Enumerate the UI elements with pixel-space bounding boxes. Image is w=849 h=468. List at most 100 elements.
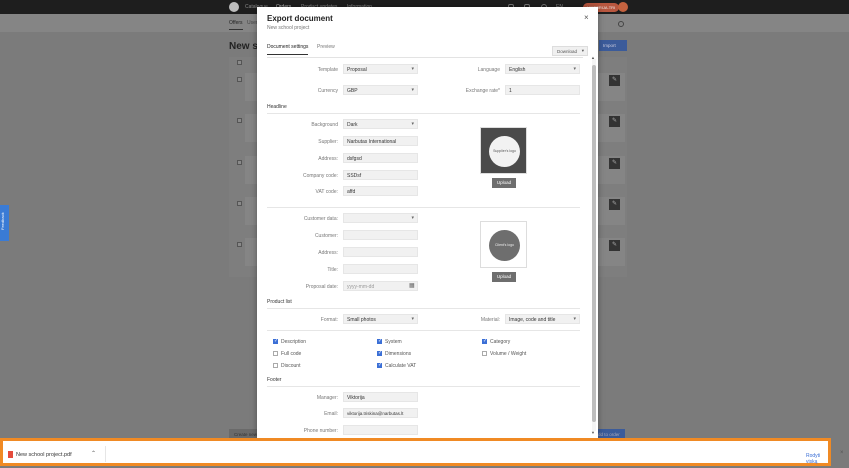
pdf-file-icon [8,451,13,458]
volume-weight-checkbox-label: Volume / Weight [490,351,527,357]
proposal-date-input[interactable]: yyyy-mm-dd ▦ [343,281,418,291]
chevron-down-icon: ▾ [411,66,414,72]
supplier-logo-placeholder: Supplier's logo [489,136,520,167]
close-icon[interactable]: × [584,13,589,22]
client-logo-placeholder: Client's logo [489,230,520,261]
show-all-downloads-link[interactable]: Rodyti viską [806,453,828,465]
full-code-checkbox-label: Full code [281,351,302,357]
company-code-label: Company code: [302,173,338,179]
proposal-date-label: Proposal date: [305,284,338,290]
calendar-icon[interactable]: ▦ [409,282,415,289]
description-checkbox[interactable] [273,338,278,344]
divider [267,330,580,331]
row-checkbox[interactable] [237,118,242,123]
customer-data-label: Customer data: [303,216,338,222]
category-checkbox[interactable] [482,338,487,344]
dimensions-checkbox[interactable] [377,350,382,356]
row-checkbox[interactable] [237,201,242,206]
row-checkbox[interactable] [237,160,242,165]
edit-icon[interactable]: ✎ [609,199,620,210]
material-select[interactable]: Image, code and title ▾ [505,314,580,324]
search-icon[interactable] [618,21,624,27]
manager-input[interactable]: Viktorija [343,392,418,402]
exchange-rate-input[interactable]: 1 [505,85,580,95]
supplier-logo-upload-button[interactable]: Upload [492,178,516,188]
customer-input[interactable] [343,230,418,240]
currency-select[interactable]: GBP ▾ [343,85,418,95]
headline-section-title: Headline [267,104,287,110]
description-checkbox-label: Description [281,339,307,345]
feedback-tab[interactable]: Feedback [0,205,9,241]
tab-preview[interactable]: Preview [317,44,335,54]
supplier-input[interactable]: Narbutas International [343,136,418,146]
download-button-label: Download [557,49,578,54]
customer-address-input[interactable] [343,247,418,257]
supplier-label: Supplier: [318,139,338,145]
email-input[interactable]: viktorija.triskina@narbutas.lt [343,408,418,418]
company-code-input[interactable]: SSDsf [343,170,418,180]
product-list-section-title: Product list [267,299,292,305]
avatar[interactable] [618,2,628,12]
discount-checkbox[interactable] [273,363,278,368]
app-logo-icon[interactable] [229,2,239,12]
divider [267,207,580,208]
divider [267,386,580,387]
row-checkbox[interactable] [237,242,242,247]
downloaded-file-item[interactable]: New school project.pdf [8,451,72,458]
modal-subtitle: New school project [267,25,310,31]
calculate-vat-checkbox-label: Calculate VAT [385,363,417,369]
currency-label: Currency [317,88,338,94]
vat-code-label: VAT code: [315,189,338,195]
material-value: Image, code and title [509,317,556,323]
calculate-vat-checkbox[interactable] [377,362,382,368]
customer-title-input[interactable] [343,264,418,274]
proposal-date-placeholder: yyyy-mm-dd [347,284,375,290]
footer-section-title: Footer [267,377,282,383]
background-label: Background [311,122,338,128]
row-checkbox[interactable] [237,77,242,82]
scrollbar-thumb[interactable] [592,65,596,422]
background-select[interactable]: Dark ▾ [343,119,418,129]
vat-code-input[interactable]: affd [343,186,418,196]
supplier-logo-preview: Supplier's logo [480,127,527,174]
downloaded-file-name: New school project.pdf [16,451,72,458]
system-checkbox-label: System [385,339,402,345]
edit-icon[interactable]: ✎ [609,158,620,169]
template-select[interactable]: Proposal ▾ [343,64,418,74]
tab-document-settings[interactable]: Document settings [267,44,309,55]
chevron-down-icon: ▾ [573,316,576,322]
modal-tabs: Document settings Preview [267,43,583,58]
scroll-down-icon[interactable]: ▼ [591,430,595,435]
customer-data-select[interactable]: ▾ [343,213,418,223]
template-label: Template [317,67,338,73]
full-code-checkbox[interactable] [273,351,278,356]
edit-icon[interactable]: ✎ [609,240,620,251]
download-bar: New school project.pdf ⌃ Rodyti viską [0,438,831,466]
edit-icon[interactable]: ✎ [609,75,620,86]
phone-number-input[interactable] [343,425,418,435]
format-label: Format: [320,317,338,323]
exchange-rate-label: Exchange rate* [465,88,500,94]
volume-weight-checkbox[interactable] [482,351,487,356]
edit-icon[interactable]: ✎ [609,116,620,127]
format-select[interactable]: Small photos ▾ [343,314,418,324]
divider [267,113,580,114]
chevron-up-icon[interactable]: ⌃ [91,450,96,457]
download-button[interactable]: Download ▾ [552,46,588,56]
tab-offers[interactable]: Offers [229,20,243,30]
client-logo-upload-button[interactable]: Upload [492,272,516,282]
close-download-bar-icon[interactable]: × [840,450,844,456]
language-select[interactable]: English ▾ [505,64,580,74]
import-button[interactable]: Import [599,40,627,51]
language-label: Language [477,67,500,73]
chevron-down-icon: ▾ [411,316,414,322]
select-all-checkbox[interactable] [237,60,242,65]
currency-value: GBP [347,88,358,94]
chevron-down-icon: ▾ [411,215,414,221]
client-logo-preview: Client's logo [480,221,527,268]
address-input[interactable]: dsfgsd [343,153,418,163]
material-label: Material: [480,317,500,323]
background-value: Dark [347,122,358,128]
chevron-down-icon: ▾ [581,48,584,53]
system-checkbox[interactable] [377,338,382,344]
